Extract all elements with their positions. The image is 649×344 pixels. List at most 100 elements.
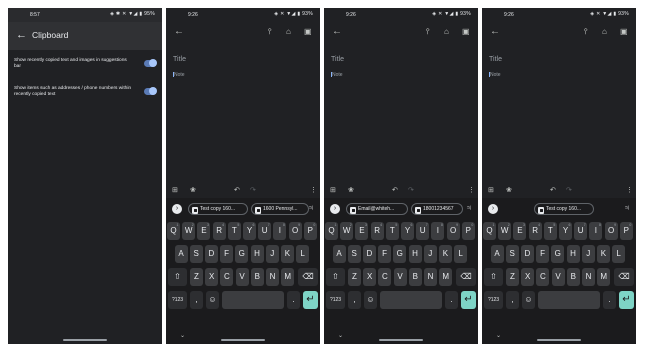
clipboard-chip[interactable]: 18001234567 <box>411 203 463 215</box>
key-n[interactable]: N <box>266 268 279 286</box>
redo-icon[interactable]: ↷ <box>250 186 256 194</box>
key-h[interactable]: H <box>408 245 422 263</box>
gesture-nav-handle[interactable] <box>221 339 265 341</box>
key-j[interactable]: J <box>581 245 595 263</box>
key-p[interactable]: P0 <box>461 222 475 240</box>
microphone-icon[interactable]: ♃ <box>624 203 630 212</box>
key-z[interactable]: Z <box>506 268 519 286</box>
key-f[interactable]: F <box>536 245 550 263</box>
key-x[interactable]: X <box>205 268 219 286</box>
note-body-field[interactable]: Note <box>489 72 501 78</box>
key-z[interactable]: Z <box>348 268 361 286</box>
key-t[interactable]: T5 <box>543 222 557 240</box>
more-vert-icon[interactable]: ⋮ <box>310 186 317 194</box>
emoji-key[interactable]: ☺ <box>522 291 535 309</box>
gesture-nav-handle[interactable] <box>379 339 423 341</box>
hide-keyboard-icon[interactable]: ⌄ <box>338 332 343 339</box>
setting-show-addresses-phones[interactable]: Show items such as addresses / phone num… <box>14 86 157 98</box>
symbols-key[interactable]: ?123 <box>168 291 187 309</box>
key-c[interactable]: C <box>536 268 550 286</box>
back-arrow-icon[interactable]: ← <box>174 26 184 37</box>
add-box-icon[interactable]: ⊞ <box>488 186 494 194</box>
key-l[interactable]: L <box>612 245 626 263</box>
key-n[interactable]: N <box>582 268 595 286</box>
key-i[interactable]: I8 <box>273 222 287 240</box>
note-title-field[interactable]: Title <box>489 56 502 63</box>
symbols-key[interactable]: ?123 <box>484 291 503 309</box>
key-m[interactable]: M <box>281 268 295 286</box>
note-title-field[interactable]: Title <box>331 56 344 63</box>
backspace-key[interactable]: ⌫ <box>298 268 318 286</box>
key-j[interactable]: J <box>265 245 279 263</box>
key-i[interactable]: I8 <box>589 222 603 240</box>
key-u[interactable]: U7 <box>416 222 430 240</box>
note-body-field[interactable]: Note <box>331 72 343 78</box>
key-z[interactable]: Z <box>190 268 203 286</box>
key-s[interactable]: S <box>347 245 361 263</box>
palette-icon[interactable]: ❀ <box>506 186 512 194</box>
key-b[interactable]: B <box>250 268 264 286</box>
key-e[interactable]: E3 <box>355 222 369 240</box>
archive-icon[interactable]: ▣ <box>620 27 628 36</box>
key-g[interactable]: G <box>551 245 565 263</box>
key-v[interactable]: V <box>235 268 249 286</box>
emoji-key[interactable]: ☺ <box>206 291 219 309</box>
key-x[interactable]: X <box>363 268 377 286</box>
key-r[interactable]: R4 <box>212 222 226 240</box>
archive-icon[interactable]: ▣ <box>304 27 312 36</box>
key-i[interactable]: I8 <box>431 222 445 240</box>
microphone-icon[interactable]: ♃ <box>466 203 472 212</box>
key-v[interactable]: V <box>393 268 407 286</box>
toggle-switch[interactable] <box>144 87 157 95</box>
undo-icon[interactable]: ↶ <box>392 186 398 194</box>
add-box-icon[interactable]: ⊞ <box>172 186 178 194</box>
emoji-key[interactable]: ☺ <box>364 291 377 309</box>
comma-key[interactable]: , <box>348 291 361 309</box>
key-m[interactable]: M <box>439 268 453 286</box>
archive-icon[interactable]: ▣ <box>462 27 470 36</box>
gesture-nav-handle[interactable] <box>537 339 581 341</box>
key-s[interactable]: S <box>505 245 519 263</box>
more-vert-icon[interactable]: ⋮ <box>468 186 475 194</box>
redo-icon[interactable]: ↷ <box>566 186 572 194</box>
more-vert-icon[interactable]: ⋮ <box>626 186 633 194</box>
key-h[interactable]: H <box>566 245 580 263</box>
shift-key[interactable]: ⇧ <box>484 268 503 286</box>
symbols-key[interactable]: ?123 <box>326 291 345 309</box>
reminder-bell-icon[interactable]: ⌂ <box>602 27 607 36</box>
add-box-icon[interactable]: ⊞ <box>330 186 336 194</box>
key-k[interactable]: K <box>596 245 610 263</box>
key-t[interactable]: T5 <box>227 222 241 240</box>
key-y[interactable]: Y6 <box>243 222 256 240</box>
pin-icon[interactable]: ⫯ <box>584 27 587 37</box>
pin-icon[interactable]: ⫯ <box>268 27 271 37</box>
hide-keyboard-icon[interactable]: ⌄ <box>496 332 501 339</box>
key-c[interactable]: C <box>220 268 234 286</box>
key-q[interactable]: Q1 <box>483 222 496 240</box>
key-k[interactable]: K <box>280 245 294 263</box>
key-c[interactable]: C <box>378 268 392 286</box>
key-j[interactable]: J <box>423 245 437 263</box>
hide-keyboard-icon[interactable]: ⌄ <box>180 332 185 339</box>
key-n[interactable]: N <box>424 268 437 286</box>
expand-toolbar-icon[interactable]: › <box>330 204 340 214</box>
shift-key[interactable]: ⇧ <box>326 268 345 286</box>
key-a[interactable]: A <box>174 245 188 263</box>
key-u[interactable]: U7 <box>574 222 588 240</box>
key-x[interactable]: X <box>521 268 535 286</box>
key-e[interactable]: E3 <box>197 222 211 240</box>
key-y[interactable]: Y6 <box>559 222 572 240</box>
key-s[interactable]: S <box>189 245 203 263</box>
key-o[interactable]: O9 <box>446 222 460 240</box>
expand-toolbar-icon[interactable]: › <box>488 204 498 214</box>
key-r[interactable]: R4 <box>528 222 542 240</box>
enter-key[interactable]: ↵ <box>303 291 318 309</box>
shift-key[interactable]: ⇧ <box>168 268 187 286</box>
redo-icon[interactable]: ↷ <box>408 186 414 194</box>
period-key[interactable]: . <box>603 291 616 309</box>
clipboard-chip[interactable]: Test copy 160... <box>188 203 248 215</box>
backspace-key[interactable]: ⌫ <box>456 268 476 286</box>
period-key[interactable]: . <box>445 291 458 309</box>
back-arrow-icon[interactable]: ← <box>16 29 27 41</box>
key-v[interactable]: V <box>551 268 565 286</box>
